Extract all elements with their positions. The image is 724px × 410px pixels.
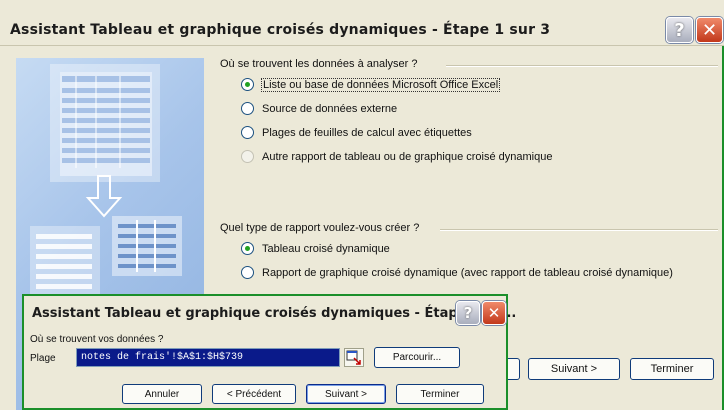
cancel-button[interactable]: Annuler	[122, 384, 202, 404]
dialog-title: Assistant Tableau et graphique croisés d…	[32, 306, 517, 321]
option-excel-list[interactable]: Liste ou base de données Microsoft Offic…	[241, 77, 501, 92]
close-icon: ✕	[487, 304, 501, 322]
option-pivot-chart[interactable]: Rapport de graphique croisé dynamique (a…	[241, 266, 673, 279]
range-label: Plage	[30, 353, 56, 364]
browse-button[interactable]: Parcourir...	[374, 347, 460, 368]
finish-button-label: Terminer	[650, 363, 694, 375]
radio-icon[interactable]	[241, 266, 254, 279]
range-input[interactable]: notes de frais'!$A$1:$H$739	[76, 348, 340, 367]
help-button[interactable]: ?	[456, 301, 480, 325]
radio-icon[interactable]	[241, 126, 254, 139]
next-button[interactable]: Suivant >	[528, 358, 620, 380]
finish-button-label: Terminer	[420, 388, 460, 400]
pivot-wizard-step2-dialog: Assistant Tableau et graphique croisés d…	[22, 294, 516, 410]
title-bar: Assistant Tableau et graphique croisés d…	[0, 0, 724, 46]
next-button[interactable]: Suivant >	[306, 384, 386, 404]
cancel-button-label: Annuler	[144, 388, 180, 400]
report-question-label: Quel type de rapport voulez-vous créer ?	[220, 222, 420, 234]
range-question-label: Où se trouvent vos données ?	[30, 334, 164, 345]
radio-selected-icon[interactable]	[241, 242, 254, 255]
finish-button[interactable]: Terminer	[396, 384, 484, 404]
group-divider	[446, 65, 718, 67]
option-label: Liste ou base de données Microsoft Offic…	[260, 77, 501, 92]
help-button[interactable]: ?	[666, 17, 693, 43]
radio-icon[interactable]	[241, 102, 254, 115]
option-label: Source de données externe	[262, 102, 398, 115]
option-label: Tableau croisé dynamique	[262, 242, 390, 255]
help-icon: ?	[463, 304, 473, 322]
option-pivot-table[interactable]: Tableau croisé dynamique	[241, 242, 390, 255]
previous-button-partial[interactable]	[506, 358, 520, 380]
close-icon: ✕	[701, 19, 718, 41]
finish-button[interactable]: Terminer	[630, 358, 714, 380]
radio-selected-icon[interactable]	[241, 78, 254, 91]
help-icon: ?	[674, 19, 685, 41]
option-label: Plages de feuilles de calcul avec étique…	[262, 126, 472, 139]
dialog-title: Assistant Tableau et graphique croisés d…	[10, 22, 551, 38]
collapse-dialog-icon	[346, 350, 361, 365]
previous-button-label: < Précédent	[226, 388, 282, 400]
next-button-label: Suivant >	[325, 388, 367, 400]
previous-button[interactable]: < Précédent	[212, 384, 296, 404]
browse-button-label: Parcourir...	[392, 352, 442, 363]
option-label: Rapport de graphique croisé dynamique (a…	[262, 266, 673, 279]
option-other-pivot-report: Autre rapport de tableau ou de graphique…	[241, 150, 552, 163]
group-divider	[440, 229, 718, 231]
collapse-dialog-button[interactable]	[344, 348, 364, 367]
option-external-source[interactable]: Source de données externe	[241, 102, 397, 115]
option-label: Autre rapport de tableau ou de graphique…	[262, 150, 553, 163]
option-consolidation-ranges[interactable]: Plages de feuilles de calcul avec étique…	[241, 126, 472, 139]
source-question-label: Où se trouvent les données à analyser ?	[220, 58, 418, 70]
radio-disabled-icon	[241, 150, 254, 163]
close-button[interactable]: ✕	[696, 17, 723, 43]
next-button-label: Suivant >	[550, 363, 598, 375]
title-bar: Assistant Tableau et graphique croisés d…	[24, 296, 516, 332]
close-button[interactable]: ✕	[482, 301, 506, 325]
